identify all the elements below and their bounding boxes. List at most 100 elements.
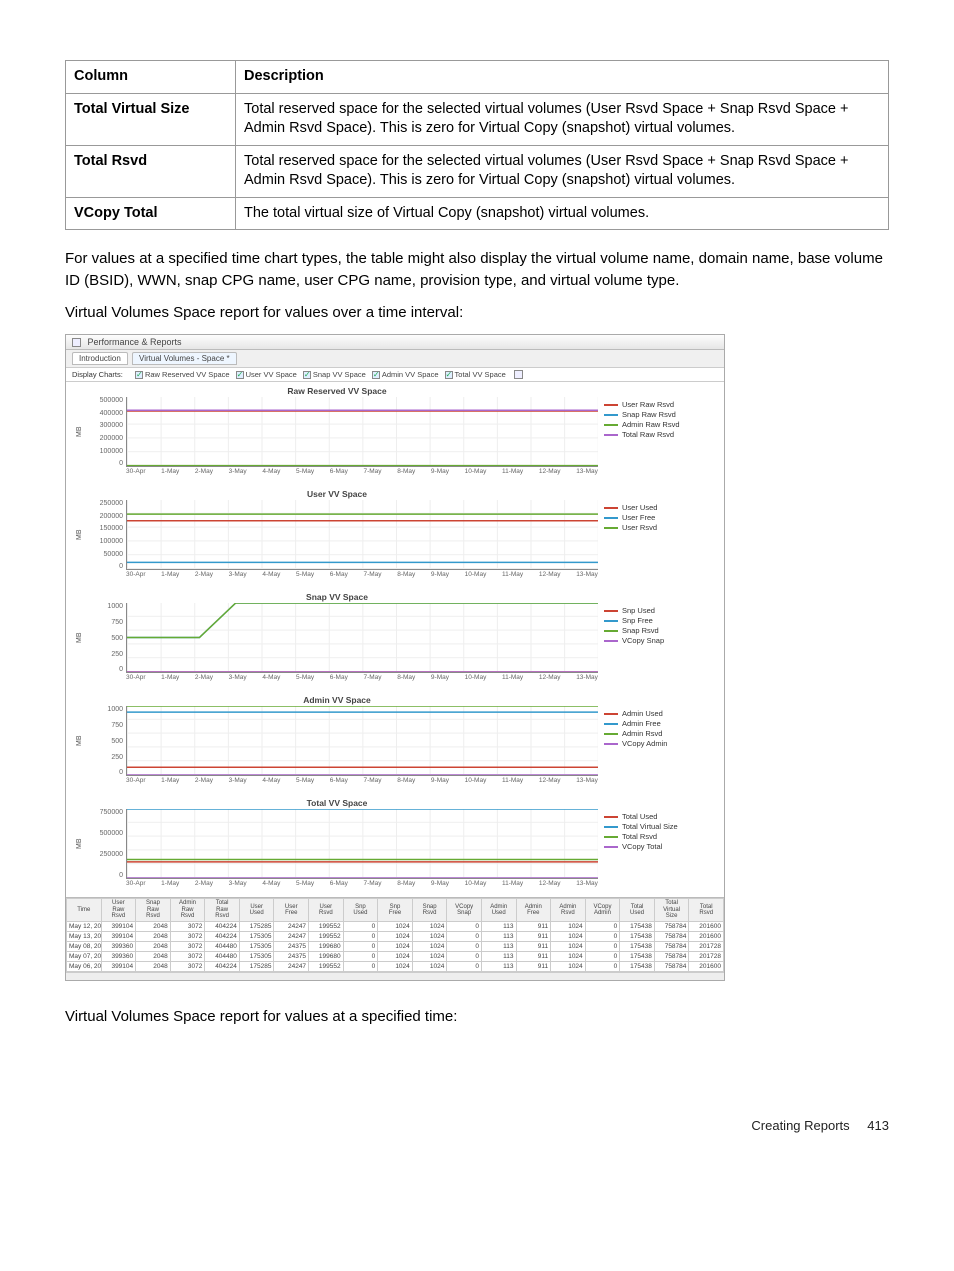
data-cell: May 13, 2013... <box>67 932 102 942</box>
data-cell: 24247 <box>274 932 309 942</box>
data-cell: 0 <box>343 962 378 972</box>
column-desc-cell: Total reserved space for the selected vi… <box>236 145 889 197</box>
data-th[interactable]: AdminRsvd <box>551 899 586 922</box>
data-cell: 201728 <box>689 942 724 952</box>
data-cell: 0 <box>343 932 378 942</box>
data-cell: 175305 <box>239 952 274 962</box>
footer-section: Creating Reports <box>751 1118 849 1133</box>
y-axis-label: MB <box>76 397 86 467</box>
data-cell: 175438 <box>620 942 655 952</box>
plot-area <box>126 809 598 879</box>
data-cell: 1024 <box>551 932 586 942</box>
data-cell: 175305 <box>239 942 274 952</box>
data-th[interactable]: TotalUsed <box>620 899 655 922</box>
checkbox-label: Snap VV Space <box>313 370 366 379</box>
footer-page-number: 413 <box>867 1118 889 1133</box>
data-cell: 0 <box>447 952 482 962</box>
tab-introduction[interactable]: Introduction <box>72 352 128 365</box>
data-cell: 399104 <box>101 962 136 972</box>
body-paragraph-1: For values at a specified time chart typ… <box>65 248 889 292</box>
column-name-cell: VCopy Total <box>66 197 236 230</box>
table-row[interactable]: May 13, 2013...3991042048307240422417530… <box>67 932 724 942</box>
data-th[interactable]: AdminRawRsvd <box>170 899 205 922</box>
data-cell: 24375 <box>274 942 309 952</box>
data-cell: 399104 <box>101 922 136 932</box>
legend-label: Admin Free <box>622 719 661 728</box>
x-axis-ticks: 30-Apr1-May2-May3-May4-May5-May6-May7-Ma… <box>126 570 598 580</box>
tab-virtual-volumes-space[interactable]: Virtual Volumes - Space * <box>132 352 237 365</box>
column-name-cell: Total Virtual Size <box>66 93 236 145</box>
data-cell: 0 <box>447 942 482 952</box>
data-cell: 24375 <box>274 952 309 962</box>
data-th[interactable]: SnpFree <box>378 899 413 922</box>
data-cell: 1024 <box>551 952 586 962</box>
legend-swatch <box>604 424 618 426</box>
data-cell: 3072 <box>170 952 205 962</box>
data-th[interactable]: Time <box>67 899 102 922</box>
data-th[interactable]: TotalRsvd <box>689 899 724 922</box>
y-axis-label: MB <box>76 500 86 570</box>
checkbox-user-vv-space[interactable] <box>236 371 244 379</box>
data-th[interactable]: UserUsed <box>239 899 274 922</box>
legend-label: Total Raw Rsvd <box>622 430 674 439</box>
table-row[interactable]: May 07, 2013...3993602048307240448017530… <box>67 952 724 962</box>
chart-admin-vv-space: Admin VV SpaceMB1000750500250030-Apr1-Ma… <box>66 691 724 794</box>
legend-label: Snp Free <box>622 616 653 625</box>
data-cell: 175438 <box>620 922 655 932</box>
data-cell: 0 <box>585 942 620 952</box>
checkbox-label: Admin VV Space <box>382 370 439 379</box>
data-cell: 175438 <box>620 962 655 972</box>
legend-swatch <box>604 723 618 725</box>
checkbox-label: Raw Reserved VV Space <box>145 370 230 379</box>
legend-swatch <box>604 640 618 642</box>
legend-label: Total Rsvd <box>622 832 657 841</box>
legend-label: Total Virtual Size <box>622 822 678 831</box>
data-th[interactable]: AdminUsed <box>481 899 516 922</box>
checkbox-total-vv-space[interactable] <box>445 371 453 379</box>
checkbox-raw-reserved-vv-space[interactable] <box>135 371 143 379</box>
data-th[interactable]: TotalVirtualSize <box>654 899 689 922</box>
data-th[interactable]: UserRsvd <box>309 899 344 922</box>
data-th[interactable]: SnpUsed <box>343 899 378 922</box>
data-cell: 175438 <box>620 932 655 942</box>
table-row[interactable]: May 06, 2013...3991042048307240422417528… <box>67 962 724 972</box>
data-cell: 911 <box>516 932 551 942</box>
data-th[interactable]: UserRawRsvd <box>101 899 136 922</box>
data-th[interactable]: SnapRawRsvd <box>136 899 171 922</box>
data-cell: 24247 <box>274 922 309 932</box>
data-cell: 1024 <box>378 932 413 942</box>
data-th[interactable]: UserFree <box>274 899 309 922</box>
table-row[interactable]: May 12, 2013...3991042048307240422417528… <box>67 922 724 932</box>
legend-swatch <box>604 414 618 416</box>
chart-settings-icon[interactable] <box>514 370 523 379</box>
data-cell: 1024 <box>412 922 447 932</box>
data-th[interactable]: TotalRawRsvd <box>205 899 240 922</box>
chart-snap-vv-space: Snap VV SpaceMB1000750500250030-Apr1-May… <box>66 588 724 691</box>
legend-label: Snp Used <box>622 606 655 615</box>
th-description: Description <box>236 61 889 94</box>
chart-title: Snap VV Space <box>76 592 598 602</box>
data-th[interactable]: AdminFree <box>516 899 551 922</box>
data-cell: 2048 <box>136 922 171 932</box>
legend-label: User Free <box>622 513 655 522</box>
chart-raw-reserved-vv-space: Raw Reserved VV SpaceMB50000040000030000… <box>66 382 724 485</box>
horizontal-scrollbar[interactable] <box>66 972 724 980</box>
data-cell: 0 <box>343 952 378 962</box>
legend-label: Snap Raw Rsvd <box>622 410 676 419</box>
data-cell: 911 <box>516 952 551 962</box>
data-th[interactable]: VCopyAdmin <box>585 899 620 922</box>
legend: User Raw RsvdSnap Raw RsvdAdmin Raw Rsvd… <box>604 386 714 481</box>
data-th[interactable]: SnapRsvd <box>412 899 447 922</box>
table-row[interactable]: May 08, 2013...3993602048307240448017530… <box>67 942 724 952</box>
data-cell: 758784 <box>654 932 689 942</box>
data-th[interactable]: VCopySnap <box>447 899 482 922</box>
data-cell: May 07, 2013... <box>67 952 102 962</box>
data-cell: 175305 <box>239 932 274 942</box>
checkbox-admin-vv-space[interactable] <box>372 371 380 379</box>
data-cell: 199552 <box>309 932 344 942</box>
checkbox-snap-vv-space[interactable] <box>303 371 311 379</box>
legend-label: Snap Rsvd <box>622 626 659 635</box>
data-cell: 758784 <box>654 962 689 972</box>
th-column: Column <box>66 61 236 94</box>
chart-title: Raw Reserved VV Space <box>76 386 598 396</box>
